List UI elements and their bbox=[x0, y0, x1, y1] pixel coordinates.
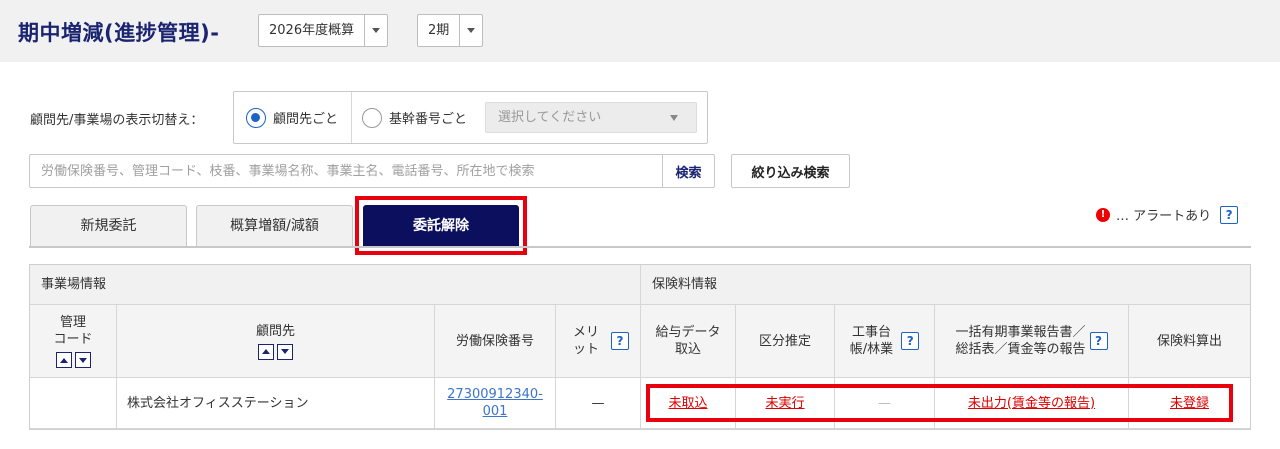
col-merit-label: メリット bbox=[572, 325, 599, 357]
col-mgmt-code: 管理 コード bbox=[30, 305, 117, 378]
base-number-select: 選択してください bbox=[485, 102, 697, 133]
radio-base-number[interactable]: 基幹番号ごと bbox=[362, 92, 467, 143]
divider bbox=[351, 92, 352, 143]
sort-buttons bbox=[258, 343, 293, 360]
col-client-label: 顧問先 bbox=[255, 323, 295, 339]
insurance-no-link[interactable]: 27300912340- 001 bbox=[447, 386, 543, 420]
display-switch-group: 顧問先ごと 基幹番号ごと 選択してください bbox=[233, 91, 708, 144]
help-icon[interactable]: ? bbox=[1089, 332, 1108, 350]
fiscal-year-value: 2026年度概算 bbox=[259, 15, 366, 46]
base-number-placeholder: 選択してください bbox=[498, 110, 602, 125]
highlight-frame-status bbox=[646, 384, 1233, 422]
period-value: 2期 bbox=[418, 15, 461, 46]
col-bulk-report-label: 一括有期事業報告書／ 総括表／賃金等の報告 bbox=[955, 325, 1086, 357]
sort-asc-icon[interactable] bbox=[258, 343, 274, 360]
cell-client-name: 株式会社オフィスステーション bbox=[117, 378, 435, 429]
period-select[interactable]: 2期 bbox=[417, 14, 484, 47]
alert-icon: ! bbox=[1096, 207, 1110, 222]
alert-legend: ! … アラートあり ? bbox=[1096, 205, 1239, 224]
col-bulk-report: 一括有期事業報告書／ 総括表／賃金等の報告 ? bbox=[935, 305, 1129, 378]
cell-mgmt-code bbox=[30, 378, 117, 429]
col-construction-label: 工事台 帳/林業 bbox=[849, 325, 894, 357]
col-salary-import: 給与データ 取込 bbox=[641, 305, 736, 378]
page-title: 期中増減(進捗管理)- bbox=[18, 21, 220, 45]
cell-merit: — bbox=[556, 378, 641, 429]
radio-checked-icon[interactable] bbox=[246, 107, 266, 128]
col-client: 顧問先 bbox=[117, 305, 435, 378]
cell-insurance-no: 27300912340- 001 bbox=[435, 378, 556, 429]
sort-buttons bbox=[55, 352, 91, 368]
radio-unchecked-icon[interactable] bbox=[362, 107, 382, 128]
col-premium-calc: 保険料算出 bbox=[1129, 305, 1250, 378]
group-header-business: 事業場情報 bbox=[30, 265, 641, 305]
col-construction: 工事台 帳/林業 ? bbox=[835, 305, 935, 378]
sort-desc-icon[interactable] bbox=[277, 343, 293, 360]
col-category-estimate: 区分推定 bbox=[736, 305, 835, 378]
tab-underline bbox=[29, 246, 1251, 248]
sort-asc-icon[interactable] bbox=[55, 352, 72, 368]
tab-new-contract[interactable]: 新規委託 bbox=[30, 205, 187, 247]
page-header: 期中増減(進捗管理)- 2026年度概算 2期 bbox=[0, 0, 1280, 62]
chevron-down-icon[interactable] bbox=[460, 15, 482, 46]
chevron-down-icon bbox=[670, 115, 678, 121]
chevron-down-icon[interactable] bbox=[365, 15, 387, 46]
radio-client[interactable]: 顧問先ごと bbox=[246, 92, 338, 143]
display-switch-label: 顧問先/事業場の表示切替え： bbox=[30, 113, 204, 128]
filter-search-button[interactable]: 絞り込み検索 bbox=[731, 154, 850, 188]
radio-base-label: 基幹番号ごと bbox=[389, 112, 468, 127]
sort-desc-icon[interactable] bbox=[74, 352, 91, 368]
search-button[interactable]: 検索 bbox=[662, 154, 715, 188]
tab-estimate-change[interactable]: 概算増額/減額 bbox=[196, 205, 353, 247]
radio-client-label: 顧問先ごと bbox=[273, 112, 339, 127]
col-merit: メリット ? bbox=[556, 305, 641, 378]
group-header-insurance: 保険料情報 bbox=[641, 265, 1250, 305]
fiscal-year-select[interactable]: 2026年度概算 bbox=[258, 14, 389, 47]
col-insurance-no: 労働保険番号 bbox=[435, 305, 556, 378]
help-icon[interactable]: ? bbox=[901, 332, 920, 350]
help-icon[interactable]: ? bbox=[1220, 205, 1239, 224]
search-input[interactable] bbox=[29, 154, 663, 188]
alert-legend-text: … アラートあり bbox=[1116, 209, 1212, 224]
help-icon[interactable]: ? bbox=[611, 332, 629, 350]
col-mgmt-code-label: 管理 コード bbox=[53, 315, 93, 347]
